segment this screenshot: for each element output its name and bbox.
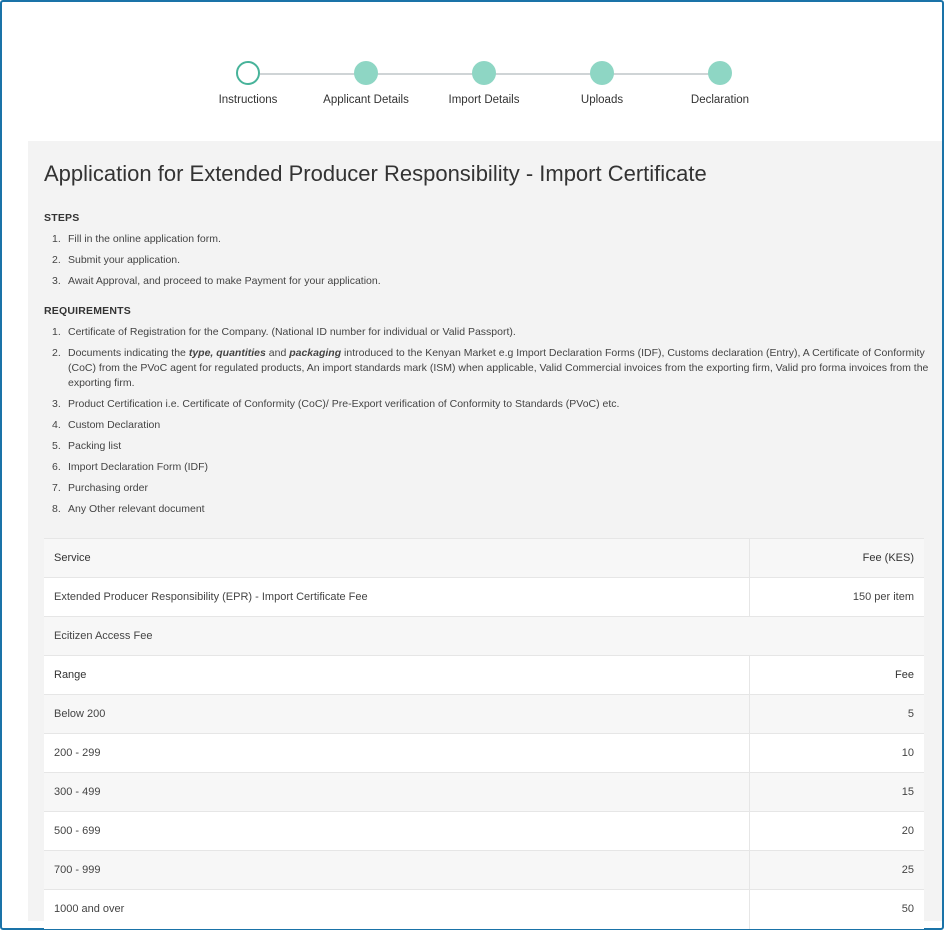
steps-heading: STEPS: [44, 212, 80, 224]
ecitizen-fee-label: Ecitizen Access Fee: [44, 616, 924, 656]
step-current-circle-icon: [236, 61, 260, 85]
table-row: Ecitizen Access Fee: [44, 616, 924, 656]
table-row: 1000 and over 50: [44, 889, 924, 929]
requirements-heading: REQUIREMENTS: [44, 305, 131, 317]
list-item: 4. Custom Declaration: [52, 419, 161, 431]
range-fee-cell: 15: [748, 772, 924, 812]
range-column-header: Range: [44, 655, 749, 695]
requirements-list: 1. Certificate of Registration for the Co…: [52, 325, 932, 523]
step-label: Import Details: [448, 94, 520, 106]
range-cell: Below 200: [44, 694, 749, 734]
table-row: 300 - 499 15: [44, 772, 924, 812]
table-row: 700 - 999 25: [44, 850, 924, 890]
list-item: 7. Purchasing order: [52, 482, 148, 494]
step-label: Declaration: [690, 94, 750, 106]
range-fee-cell: 25: [748, 850, 924, 890]
range-fee-column-header: Fee: [748, 655, 924, 695]
range-fee-cell: 5: [748, 694, 924, 734]
step-circle-icon: [354, 61, 378, 85]
step-label: Applicant Details: [323, 94, 409, 106]
table-row: 500 - 699 20: [44, 811, 924, 851]
range-cell: 700 - 999: [44, 850, 749, 890]
range-fee-cell: 50: [748, 889, 924, 929]
page-title: Application for Extended Producer Respon…: [44, 161, 707, 186]
step-instructions[interactable]: Instructions: [188, 60, 308, 106]
list-item: 3. Product Certification i.e. Certificate…: [52, 398, 620, 410]
range-cell: 200 - 299: [44, 733, 749, 773]
table-row: Extended Producer Responsibility (EPR) -…: [44, 577, 924, 617]
step-import-details[interactable]: Import Details: [424, 60, 544, 106]
steps-list: 1. Fill in the online application form. 2…: [52, 232, 932, 295]
step-circle-icon: [472, 61, 496, 85]
table-row: 200 - 299 10: [44, 733, 924, 773]
list-item: 3. Await Approval, and proceed to make Pa…: [52, 275, 381, 287]
table-header-row: Service Fee (KES): [44, 538, 924, 578]
range-fee-cell: 10: [748, 733, 924, 773]
range-cell: 500 - 699: [44, 811, 749, 851]
list-item: 1. Certificate of Registration for the Co…: [52, 326, 516, 338]
fee-column-header: Fee (KES): [748, 538, 924, 578]
list-item: 8. Any Other relevant document: [52, 503, 205, 515]
table-row: Below 200 5: [44, 694, 924, 734]
service-column-header: Service: [44, 538, 749, 578]
range-fee-cell: 20: [748, 811, 924, 851]
step-label: Uploads: [580, 94, 624, 106]
range-cell: 1000 and over: [44, 889, 749, 929]
step-uploads[interactable]: Uploads: [542, 60, 662, 106]
list-item: 2. Documents indicating the type, quantit…: [52, 347, 929, 389]
instructions-panel: Application for Extended Producer Respon…: [28, 141, 942, 929]
progress-stepper: Instructions Applicant Details Import De…: [0, 60, 946, 120]
fee-table: Service Fee (KES) Extended Producer Resp…: [44, 538, 924, 929]
range-cell: 300 - 499: [44, 772, 749, 812]
service-fee: 150 per item: [748, 577, 924, 617]
list-item: 5. Packing list: [52, 440, 122, 452]
range-header-row: Range Fee: [44, 655, 924, 695]
list-item: 1. Fill in the online application form.: [52, 233, 221, 245]
service-name: Extended Producer Responsibility (EPR) -…: [44, 577, 749, 617]
step-declaration[interactable]: Declaration: [660, 60, 780, 106]
step-applicant-details[interactable]: Applicant Details: [306, 60, 426, 106]
list-item: 6. Import Declaration Form (IDF): [52, 461, 209, 473]
list-item: 2. Submit your application.: [52, 254, 181, 266]
step-label: Instructions: [218, 94, 278, 106]
step-circle-icon: [590, 61, 614, 85]
step-circle-icon: [708, 61, 732, 85]
